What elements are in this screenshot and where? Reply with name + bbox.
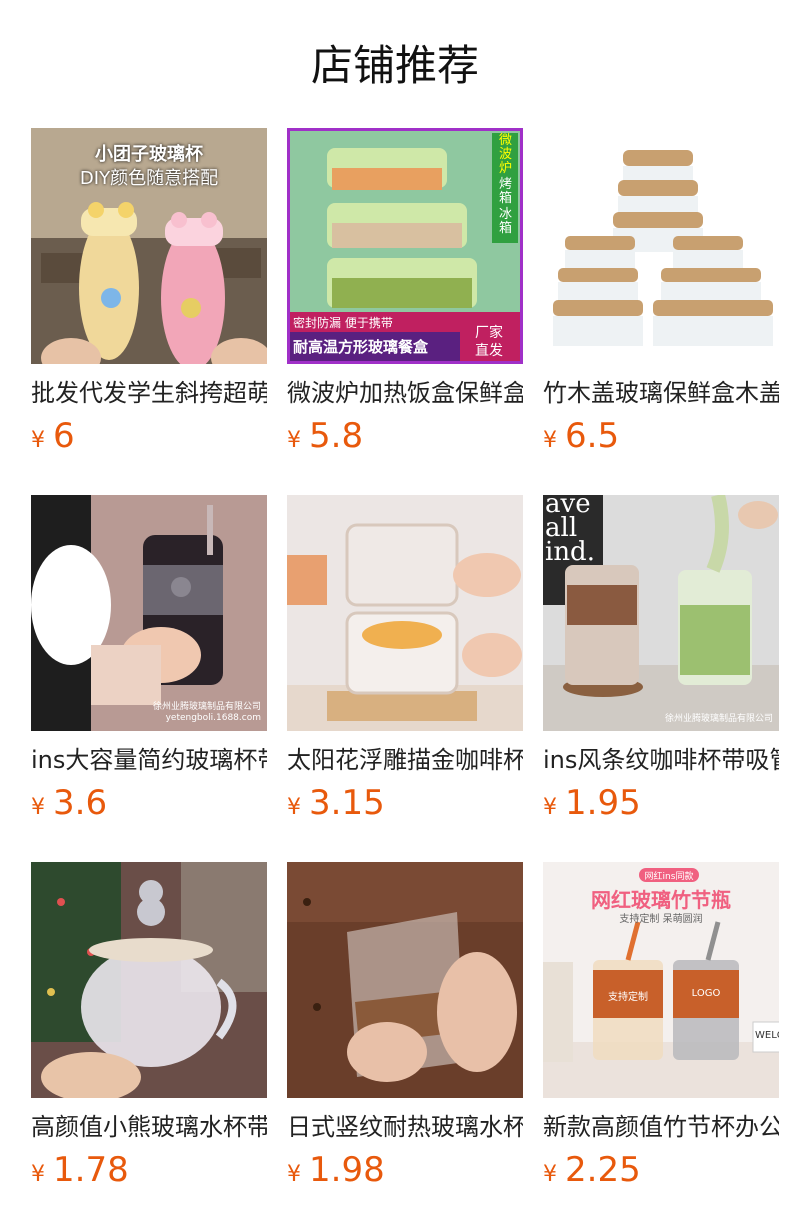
product-name[interactable]: 日式竖纹耐热玻璃水杯 (287, 1112, 523, 1142)
product-image[interactable]: ave all ind. 徐州业腾玻璃制品有限公司 (543, 495, 779, 731)
price-value: 3.15 (309, 783, 385, 823)
product-name[interactable]: ins大容量简约玻璃杯带吸管 (31, 745, 267, 775)
product-price: ¥1.98 (287, 1150, 523, 1196)
product-price: ¥1.95 (543, 783, 779, 829)
product-grid: 小团子玻璃杯 DIY颜色随意搭配 批发代发学生斜挎超萌可爱玻璃杯 ¥6 (31, 128, 790, 1230)
image-overlay-text: 徐州业腾玻璃制品有限公司 (664, 714, 773, 724)
price-value: 3.6 (53, 783, 108, 823)
currency-symbol: ¥ (287, 1162, 301, 1187)
currency-symbol: ¥ (287, 428, 301, 453)
product-name[interactable]: 太阳花浮雕描金咖啡杯玻璃杯 (287, 745, 523, 775)
product-image[interactable]: 微波炉 烤箱 冰箱 密封防漏 便于携带 耐高温方形玻璃餐盒 厂家 直发 (287, 128, 523, 364)
product-name[interactable]: 批发代发学生斜挎超萌可爱玻璃杯 (31, 378, 267, 408)
image-overlay-text: 密封防漏 便于携带 (293, 316, 393, 330)
price-value: 1.98 (309, 1150, 385, 1190)
price-value: 6 (53, 416, 75, 456)
image-overlay-text: WELC (755, 1030, 779, 1041)
product-card[interactable]: ave all ind. 徐州业腾玻璃制品有限公司 ins风条纹咖啡杯带吸管玻璃… (543, 495, 779, 829)
currency-symbol: ¥ (31, 795, 45, 820)
price-value: 2.25 (565, 1150, 641, 1190)
price-value: 6.5 (565, 416, 620, 456)
currency-symbol: ¥ (31, 1162, 45, 1187)
image-overlay-text: 厂家 (475, 325, 503, 341)
product-name[interactable]: ins风条纹咖啡杯带吸管玻璃杯 (543, 745, 779, 775)
image-overlay-text: 支持定制 (608, 992, 648, 1003)
product-price: ¥2.25 (543, 1150, 779, 1196)
product-image[interactable] (287, 862, 523, 1098)
product-card[interactable]: 竹木盖玻璃保鲜盒木盖收纳盒 ¥6.5 (543, 128, 779, 462)
currency-symbol: ¥ (287, 795, 301, 820)
product-image[interactable]: 徐州业腾玻璃制品有限公司 yetengboli.1688.com (31, 495, 267, 731)
product-price: ¥1.78 (31, 1150, 267, 1196)
image-overlay-text: 烤箱 (499, 177, 513, 206)
image-overlay-text: DIY颜色随意搭配 (79, 168, 219, 189)
product-price: ¥3.15 (287, 783, 523, 829)
product-card[interactable]: 徐州业腾玻璃制品有限公司 yetengboli.1688.com ins大容量简… (31, 495, 267, 829)
price-value: 1.95 (565, 783, 641, 823)
image-overlay-text: 网红ins同款 (644, 872, 694, 882)
product-card[interactable]: 小团子玻璃杯 DIY颜色随意搭配 批发代发学生斜挎超萌可爱玻璃杯 ¥6 (31, 128, 267, 462)
product-price: ¥3.6 (31, 783, 267, 829)
product-image[interactable] (543, 128, 779, 364)
image-overlay-text: yetengboli.1688.com (165, 713, 261, 723)
product-card[interactable]: 日式竖纹耐热玻璃水杯 ¥1.98 (287, 862, 523, 1196)
product-image[interactable]: 小团子玻璃杯 DIY颜色随意搭配 (31, 128, 267, 364)
currency-symbol: ¥ (31, 428, 45, 453)
product-card[interactable]: 高颜值小熊玻璃水杯带盖勺 ¥1.78 (31, 862, 267, 1196)
product-card[interactable]: 太阳花浮雕描金咖啡杯玻璃杯 ¥3.15 (287, 495, 523, 829)
product-image[interactable]: 网红ins同款 网红玻璃竹节瓶 支持定制 呆萌圆润 支持定制 LOGO WELC (543, 862, 779, 1098)
image-overlay-text: 支持定制 呆萌圆润 (619, 914, 703, 925)
product-name[interactable]: 竹木盖玻璃保鲜盒木盖收纳盒 (543, 378, 779, 408)
image-overlay-text: 网红玻璃竹节瓶 (591, 888, 731, 912)
product-card[interactable]: 微波炉 烤箱 冰箱 密封防漏 便于携带 耐高温方形玻璃餐盒 厂家 直发 微波炉加… (287, 128, 523, 462)
image-overlay-text: ind. (545, 537, 595, 567)
section-title: 店铺推荐 (310, 41, 479, 90)
image-overlay-text: 徐州业腾玻璃制品有限公司 (152, 702, 261, 712)
product-image[interactable] (31, 862, 267, 1098)
image-overlay-text: 直发 (475, 343, 503, 359)
currency-symbol: ¥ (543, 795, 557, 820)
currency-symbol: ¥ (543, 1162, 557, 1187)
product-price: ¥6.5 (543, 416, 779, 462)
product-name[interactable]: 高颜值小熊玻璃水杯带盖勺 (31, 1112, 267, 1142)
product-image[interactable] (287, 495, 523, 731)
product-name[interactable]: 微波炉加热饭盒保鲜盒玻璃餐盒 (287, 378, 523, 408)
product-price: ¥5.8 (287, 416, 523, 462)
product-card[interactable]: 网红ins同款 网红玻璃竹节瓶 支持定制 呆萌圆润 支持定制 LOGO WELC… (543, 862, 779, 1196)
image-overlay-text: 冰箱 (499, 207, 513, 236)
price-value: 5.8 (309, 416, 364, 456)
image-overlay-text: LOGO (691, 988, 721, 999)
image-overlay-text: 耐高温方形玻璃餐盒 (293, 338, 429, 356)
currency-symbol: ¥ (543, 428, 557, 453)
price-value: 1.78 (53, 1150, 129, 1190)
product-name[interactable]: 新款高颜值竹节杯办公室玻璃杯 (543, 1112, 779, 1142)
product-price: ¥6 (31, 416, 267, 462)
image-overlay-text: 微波炉 (499, 133, 513, 176)
image-overlay-text: 小团子玻璃杯 (95, 144, 203, 165)
